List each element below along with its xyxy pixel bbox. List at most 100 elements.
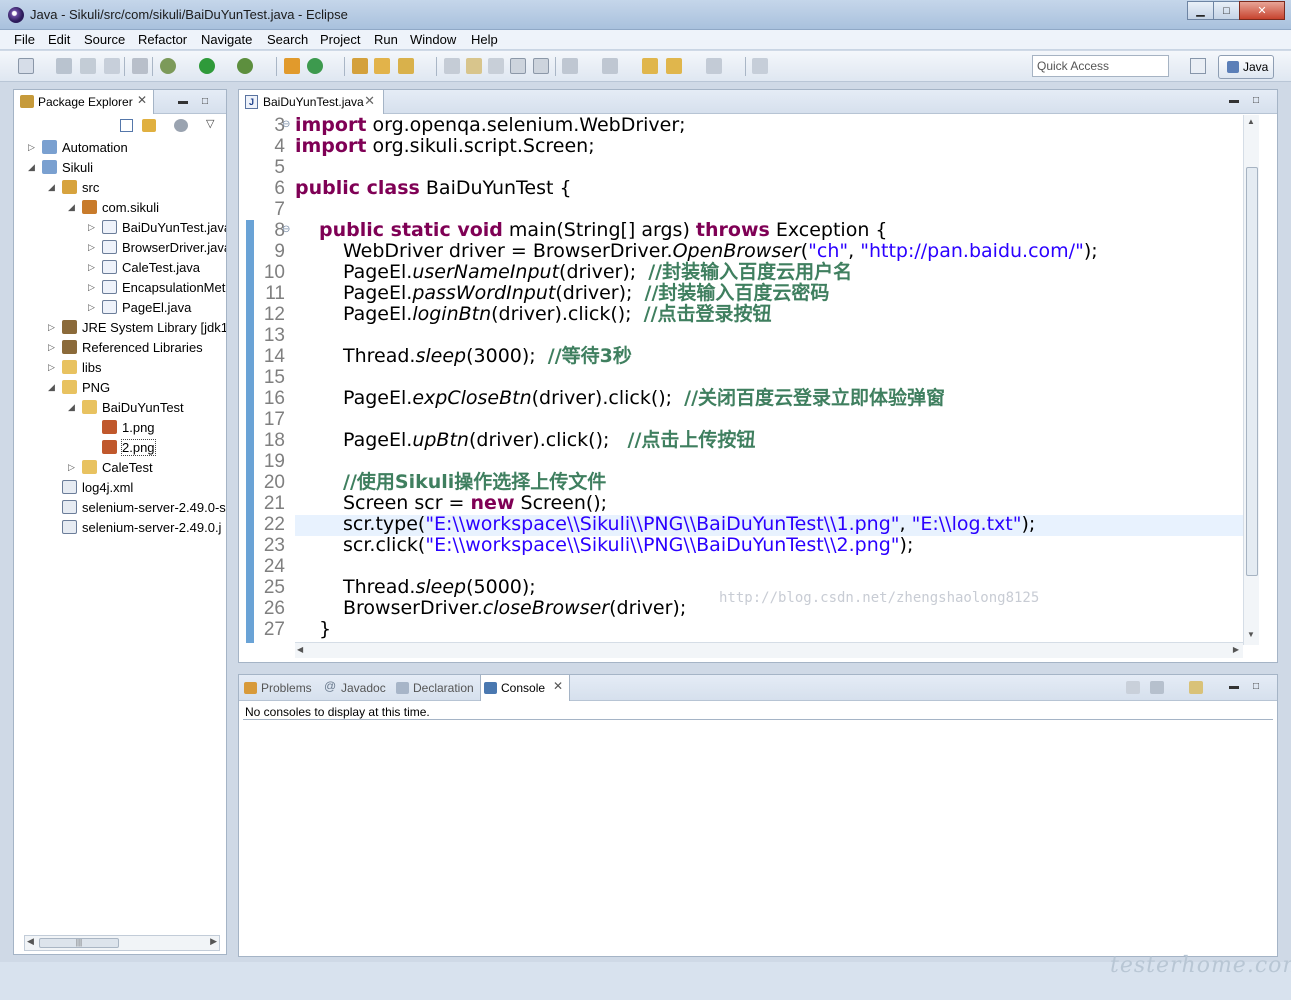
tree-item[interactable]: selenium-server-2.49.0.j bbox=[14, 518, 226, 538]
minimize-icon[interactable]: ▬ bbox=[178, 96, 188, 107]
open-type-icon[interactable] bbox=[352, 58, 368, 74]
scroll-thumb[interactable] bbox=[1246, 167, 1258, 576]
scroll-right-icon[interactable]: ▶ bbox=[1233, 645, 1239, 654]
view-menu-icon[interactable]: ▽ bbox=[206, 117, 214, 130]
maximize-button[interactable]: □ bbox=[1213, 1, 1240, 20]
show-source-icon[interactable] bbox=[533, 58, 549, 74]
debug-icon[interactable] bbox=[160, 58, 176, 74]
new-class-icon[interactable] bbox=[307, 58, 323, 74]
minimize-icon[interactable]: ▬ bbox=[1229, 681, 1239, 692]
forward-history-icon[interactable] bbox=[666, 58, 682, 74]
save-all-icon[interactable] bbox=[80, 58, 96, 74]
next-edit-icon[interactable] bbox=[562, 58, 578, 74]
tab-problems[interactable]: Problems bbox=[241, 675, 319, 701]
menu-refactor[interactable]: Refactor bbox=[138, 32, 187, 47]
menu-file[interactable]: File bbox=[14, 32, 35, 47]
collapse-arrow-icon[interactable]: ◢ bbox=[48, 382, 55, 393]
tree-item[interactable]: ◢ Sikuli bbox=[14, 158, 226, 178]
fold-toggle-icon[interactable]: ⊖ bbox=[282, 224, 290, 235]
tree-item[interactable]: ◢ src bbox=[14, 178, 226, 198]
new-icon[interactable] bbox=[18, 58, 34, 74]
menu-window[interactable]: Window bbox=[410, 32, 456, 47]
horizontal-scrollbar[interactable]: ◀ ▶ bbox=[295, 642, 1243, 658]
menu-search[interactable]: Search bbox=[267, 32, 308, 47]
editor-tab[interactable]: J BaiDuYunTest.java ✕ bbox=[239, 90, 384, 114]
close-tab-icon[interactable]: ✕ bbox=[553, 679, 563, 693]
tree-item[interactable]: ▷ PageEl.java bbox=[14, 298, 226, 318]
tree-item[interactable]: ◢ BaiDuYunTest bbox=[14, 398, 226, 418]
pin-console-icon[interactable] bbox=[1126, 681, 1140, 694]
search-icon[interactable] bbox=[398, 58, 414, 74]
close-tab-icon[interactable]: ✕ bbox=[364, 93, 375, 109]
close-tab-icon[interactable]: ✕ bbox=[137, 93, 147, 107]
whitespace-icon[interactable] bbox=[488, 58, 504, 74]
minimize-icon[interactable]: ▬ bbox=[1229, 95, 1239, 106]
collapse-all-icon[interactable] bbox=[120, 119, 133, 132]
maximize-icon[interactable]: □ bbox=[202, 96, 208, 107]
tab-console[interactable]: Console ✕ bbox=[480, 675, 570, 701]
tree-item[interactable]: ▷ Referenced Libraries bbox=[14, 338, 226, 358]
maximize-icon[interactable]: □ bbox=[1253, 681, 1259, 692]
toggle-mark-icon[interactable] bbox=[132, 58, 148, 74]
tree-item[interactable]: ▷ JRE System Library [jdk1 bbox=[14, 318, 226, 338]
print-icon[interactable] bbox=[104, 58, 120, 74]
open-perspective-icon[interactable] bbox=[1190, 58, 1206, 74]
collapse-arrow-icon[interactable]: ◢ bbox=[48, 182, 55, 193]
scroll-left-icon[interactable]: ◀ bbox=[27, 936, 34, 947]
tab-javadoc[interactable]: @ Javadoc bbox=[321, 675, 393, 701]
collapse-arrow-icon[interactable]: ◢ bbox=[68, 402, 75, 413]
maximize-icon[interactable]: □ bbox=[1253, 95, 1259, 106]
tree-item[interactable]: ◢ PNG bbox=[14, 378, 226, 398]
package-explorer-tab[interactable]: Package Explorer ✕ bbox=[14, 90, 154, 114]
vertical-scrollbar[interactable]: ▲ ▼ bbox=[1243, 115, 1259, 645]
next-annotation-icon[interactable] bbox=[444, 58, 460, 74]
back-icon[interactable] bbox=[642, 58, 658, 74]
tab-declaration[interactable]: Declaration bbox=[393, 675, 479, 701]
expand-arrow-icon[interactable]: ▷ bbox=[48, 362, 55, 373]
tree-item[interactable]: 2.png bbox=[14, 438, 226, 458]
expand-arrow-icon[interactable]: ▷ bbox=[28, 142, 35, 153]
block-selection-icon[interactable] bbox=[510, 58, 526, 74]
fold-toggle-icon[interactable]: ⊖ bbox=[282, 119, 290, 130]
pen-icon[interactable] bbox=[466, 58, 482, 74]
tree-item[interactable]: 1.png bbox=[14, 418, 226, 438]
minimize-button[interactable]: ▁ bbox=[1187, 1, 1214, 20]
scroll-right-icon[interactable]: ▶ bbox=[210, 936, 217, 947]
tree-item[interactable]: ▷ Automation bbox=[14, 138, 226, 158]
menu-project[interactable]: Project bbox=[320, 32, 360, 47]
tree-item[interactable]: ▷ CaleTest bbox=[14, 458, 226, 478]
scroll-thumb[interactable]: ||| bbox=[39, 938, 119, 948]
tree-item[interactable]: ▷ libs bbox=[14, 358, 226, 378]
tree-item[interactable]: ▷ BrowserDriver.java bbox=[14, 238, 226, 258]
tree-item[interactable]: selenium-server-2.49.0-s bbox=[14, 498, 226, 518]
expand-arrow-icon[interactable]: ▷ bbox=[88, 222, 95, 233]
expand-arrow-icon[interactable]: ▷ bbox=[48, 342, 55, 353]
tree-item[interactable]: ◢ com.sikuli bbox=[14, 198, 226, 218]
java-perspective-button[interactable]: Java bbox=[1218, 55, 1274, 79]
horizontal-scrollbar[interactable]: ◀ ||| ▶ bbox=[24, 935, 220, 951]
new-java-project-icon[interactable] bbox=[284, 58, 300, 74]
expand-arrow-icon[interactable]: ▷ bbox=[88, 262, 95, 273]
menu-source[interactable]: Source bbox=[84, 32, 125, 47]
code-area[interactable]: import org.openqa.selenium.WebDriver; im… bbox=[295, 115, 1243, 645]
scroll-left-icon[interactable]: ◀ bbox=[297, 645, 303, 654]
run-icon[interactable] bbox=[199, 58, 215, 74]
expand-arrow-icon[interactable]: ▷ bbox=[88, 302, 95, 313]
open-task-icon[interactable] bbox=[374, 58, 390, 74]
tree-item[interactable]: ▷ CaleTest.java bbox=[14, 258, 226, 278]
collapse-arrow-icon[interactable]: ◢ bbox=[28, 162, 35, 173]
menu-navigate[interactable]: Navigate bbox=[201, 32, 252, 47]
menu-run[interactable]: Run bbox=[374, 32, 398, 47]
scroll-up-icon[interactable]: ▲ bbox=[1247, 117, 1255, 126]
expand-arrow-icon[interactable]: ▷ bbox=[68, 462, 75, 473]
forward-icon[interactable] bbox=[706, 58, 722, 74]
expand-arrow-icon[interactable]: ▷ bbox=[88, 242, 95, 253]
pin-editor-icon[interactable] bbox=[752, 58, 768, 74]
scroll-down-icon[interactable]: ▼ bbox=[1247, 630, 1255, 639]
menu-edit[interactable]: Edit bbox=[48, 32, 70, 47]
tree-item[interactable]: ▷ BaiDuYunTest.java bbox=[14, 218, 226, 238]
link-with-editor-icon[interactable] bbox=[142, 119, 156, 132]
display-console-icon[interactable] bbox=[1150, 681, 1164, 694]
menu-help[interactable]: Help bbox=[471, 32, 498, 47]
collapse-arrow-icon[interactable]: ◢ bbox=[68, 202, 75, 213]
